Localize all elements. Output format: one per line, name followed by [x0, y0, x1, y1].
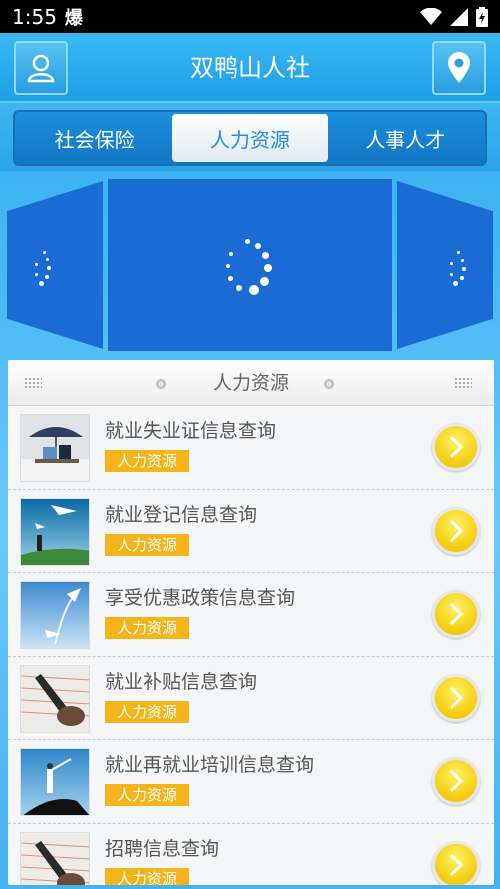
paper-plane-photo-icon: [20, 497, 90, 566]
loading-spinner-icon: [226, 239, 276, 297]
item-title: 招聘信息查询: [105, 837, 220, 860]
item-title: 就业补贴信息查询: [105, 670, 258, 693]
list-item[interactable]: 就业补贴信息查询 人力资源: [8, 657, 494, 740]
list-title: 人力资源: [212, 372, 289, 394]
carousel-panel-right[interactable]: [397, 181, 493, 349]
loading-spinner-icon: [33, 251, 53, 287]
status-icons: [420, 6, 488, 27]
app-header: 双鸭山人社: [0, 33, 500, 103]
location-button[interactable]: [432, 41, 486, 95]
item-title: 就业登记信息查询: [105, 503, 258, 526]
wifi-icon: [420, 7, 442, 25]
dot-icon: [324, 379, 334, 389]
item-tag: 人力资源: [105, 533, 190, 556]
chevron-right-icon: [449, 769, 464, 793]
item-tag: 人力资源: [105, 700, 190, 723]
chevron-right-icon: [449, 686, 464, 709]
list-item[interactable]: 招聘信息查询 人力资源: [8, 824, 494, 885]
item-tag: 人力资源: [105, 450, 190, 472]
signal-icon: [450, 7, 468, 26]
chevron-right-icon: [449, 519, 464, 542]
chevron-right-button[interactable]: [432, 590, 480, 638]
list-item[interactable]: 享受优惠政策信息查询 人力资源: [8, 573, 494, 657]
item-title: 就业失业证信息查询: [105, 420, 277, 442]
chevron-right-button[interactable]: [432, 757, 480, 805]
grip-icon: [454, 377, 472, 389]
status-time: 1:55: [12, 4, 57, 29]
chevron-right-icon: [449, 602, 464, 626]
writing-hand-photo-icon: [20, 664, 90, 733]
tab-personnel-talent[interactable]: 人事人才: [328, 114, 483, 162]
resource-list-card: 人力资源 就业失业证信息查询 人力资源 就业登记信息查询 人力资源 享受优惠政策…: [8, 360, 494, 885]
list-item[interactable]: 就业再就业培训信息查询 人力资源: [8, 740, 494, 824]
tab-bar: 社会保险 人力资源 人事人才: [13, 110, 487, 166]
list-item[interactable]: 就业登记信息查询 人力资源: [8, 490, 494, 573]
location-pin-icon: [448, 52, 470, 83]
item-title: 就业再就业培训信息查询: [105, 754, 315, 776]
page-title: 双鸭山人社: [190, 54, 310, 82]
umbrella-photo-icon: [20, 414, 90, 482]
list-header: 人力资源: [8, 360, 494, 406]
item-tag: 人力资源: [105, 617, 190, 639]
chevron-right-button[interactable]: [432, 673, 480, 722]
carousel-panel-center[interactable]: [108, 179, 392, 351]
banner-carousel[interactable]: [0, 171, 500, 356]
list-item[interactable]: 就业失业证信息查询 人力资源: [8, 406, 494, 490]
user-icon: [27, 54, 55, 83]
tab-social-insurance[interactable]: 社会保险: [17, 114, 172, 162]
item-title: 享受优惠政策信息查询: [105, 587, 296, 609]
chevron-right-button[interactable]: [432, 423, 480, 471]
loading-spinner-icon: [449, 251, 469, 287]
user-button[interactable]: [14, 41, 68, 95]
carousel-panel-left[interactable]: [7, 181, 103, 349]
chevron-right-icon: [449, 435, 464, 459]
chevron-right-button[interactable]: [432, 506, 480, 555]
battery-icon: [476, 6, 488, 27]
item-tag: 人力资源: [105, 867, 190, 885]
writing-hand-photo-icon: [20, 831, 90, 885]
status-bar: 1:55 爆: [0, 0, 500, 33]
tab-bar-container: 社会保险 人力资源 人事人才: [0, 103, 500, 171]
paper-plane-sky-photo-icon: [20, 581, 90, 649]
climber-photo-icon: [20, 748, 90, 816]
chevron-right-icon: [449, 853, 464, 876]
item-tag: 人力资源: [105, 784, 190, 806]
chevron-right-button[interactable]: [432, 840, 480, 885]
tab-human-resources[interactable]: 人力资源: [172, 114, 328, 162]
carrier-icon: 爆: [64, 7, 83, 29]
